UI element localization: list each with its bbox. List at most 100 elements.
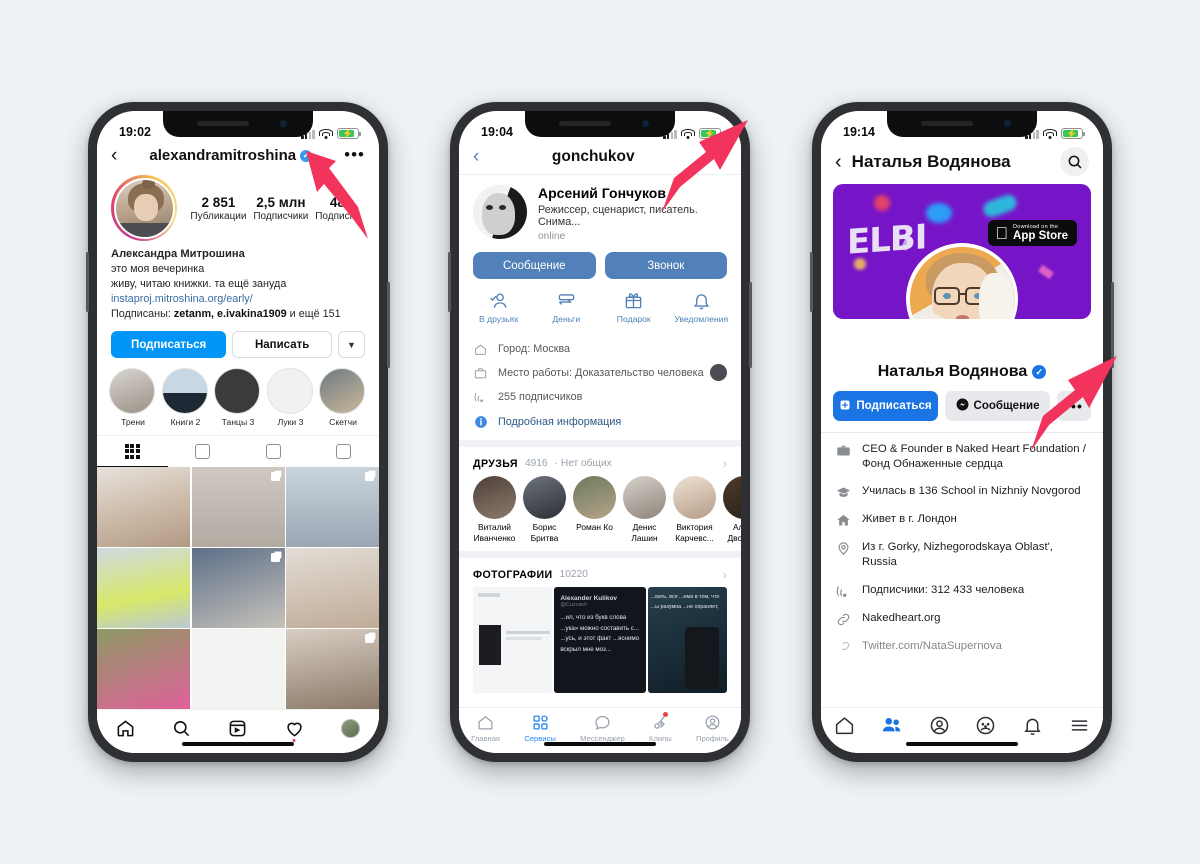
photo-item[interactable]: Alexander Kulikov @Cuzvach ...ил, что из… <box>554 587 646 693</box>
back-chevron-icon[interactable]: ‹ <box>111 146 117 165</box>
screen-instagram: 19:02 ⚡ ‹ alexandramitroshina ✓ ••• 2 85… <box>97 111 379 753</box>
status-time: 19:02 <box>119 125 151 139</box>
work-thumbnail[interactable] <box>710 364 727 381</box>
nav-groups[interactable] <box>975 715 996 741</box>
app-store-badge[interactable]:  Download on the App Store <box>988 220 1077 247</box>
cover-photo[interactable]: ELBI  Download on the App Store <box>833 184 1091 319</box>
tab-grid[interactable] <box>97 436 168 468</box>
nav-clips[interactable]: Клипы <box>649 711 672 743</box>
chevron-right-icon: › <box>722 456 727 471</box>
friend-item[interactable]: Роман Ко <box>573 476 616 543</box>
avatar[interactable] <box>111 175 177 241</box>
highlight-item[interactable]: Книги 2 <box>161 368 210 427</box>
info-row-followers: 255 подписчиков <box>473 385 727 409</box>
nav-messenger[interactable]: Мессенджер <box>580 713 625 743</box>
photos-section-header[interactable]: ФОТОГРАФИИ 10220 › <box>459 558 741 587</box>
services-grid-icon <box>524 713 555 732</box>
photo-item[interactable]: ...вать, вся ...ема в том, что ...ы разу… <box>647 587 727 693</box>
chevron-down-icon[interactable]: ▼ <box>338 331 365 359</box>
friend-item[interactable]: Алекс Двоегл... <box>723 476 741 543</box>
phone-instagram: 19:02 ⚡ ‹ alexandramitroshina ✓ ••• 2 85… <box>86 102 390 762</box>
instagram-header-row: 2 851 Публикации 2,5 млн Подписчики 48 П… <box>97 171 379 241</box>
stat-following[interactable]: 48 Подписки <box>315 195 359 222</box>
message-button[interactable]: Сообщение <box>473 252 596 279</box>
notch <box>163 111 313 137</box>
quick-action-gift[interactable]: Подарок <box>600 290 668 324</box>
avatar[interactable] <box>473 185 527 239</box>
heart-icon[interactable] <box>285 719 304 742</box>
friend-item[interactable]: Виталий Иванченко <box>473 476 516 543</box>
more-options-icon[interactable]: ••• <box>344 146 365 163</box>
photo-cell[interactable] <box>191 548 285 628</box>
follow-button[interactable]: Подписаться <box>111 331 227 359</box>
friend-item[interactable]: Борис Бритва <box>523 476 566 543</box>
profile-actions: Подписаться Написать ▼ <box>97 322 379 359</box>
highlight-item[interactable]: Танцы 3 <box>214 368 262 427</box>
reels-icon[interactable] <box>228 719 247 738</box>
follow-button[interactable]: Подписаться <box>833 391 938 421</box>
section-divider <box>459 440 741 447</box>
nav-notifications[interactable] <box>1022 715 1043 741</box>
photo-cell[interactable] <box>191 629 285 709</box>
search-icon[interactable] <box>172 719 191 738</box>
tab-guides[interactable] <box>238 436 309 467</box>
photo-cell[interactable] <box>191 467 285 547</box>
vk-app: ‹ gonchukov ••• Арсений Гончуков ✓ Режис… <box>459 141 741 753</box>
bio-link[interactable]: instaproj.mitroshina.org/early/ <box>111 292 365 307</box>
info-row-twitter[interactable]: Twitter.com/NataSupernova <box>835 633 1089 661</box>
nav-home[interactable]: Главная <box>471 713 500 743</box>
friends-section-header[interactable]: ДРУЗЬЯ 4916 · Нет общих › <box>459 447 741 476</box>
photo-cell[interactable] <box>286 548 379 628</box>
photo-cell[interactable] <box>286 467 379 547</box>
nav-friends[interactable] <box>881 714 903 741</box>
menu-hamburger-icon[interactable] <box>1069 715 1090 741</box>
quick-action-friends[interactable]: В друзьях <box>465 290 533 324</box>
info-row-city: Город: Москва <box>473 337 727 361</box>
nav-profile[interactable]: Профиль <box>696 713 729 743</box>
status-time: 19:04 <box>481 125 513 139</box>
photo-cell[interactable] <box>97 548 190 628</box>
quick-action-notifications[interactable]: Уведомления <box>668 290 736 324</box>
screen-vk: 19:04 ⚡ ‹ gonchukov ••• Арсений Гончуков… <box>459 111 741 753</box>
avatar[interactable] <box>906 243 1018 319</box>
info-row-website[interactable]: Nakedheart.org <box>835 605 1089 633</box>
call-button[interactable]: Звонок <box>604 252 727 279</box>
nav-profile[interactable] <box>929 715 950 741</box>
messenger-bubble-icon <box>580 713 625 732</box>
link-icon <box>835 639 852 655</box>
more-options-icon[interactable]: ••• <box>1057 391 1091 421</box>
friend-item[interactable]: Виктория Карчевс... <box>673 476 716 543</box>
home-icon[interactable] <box>116 719 135 738</box>
highlight-item[interactable]: Скетчи <box>319 368 367 427</box>
nav-services[interactable]: Сервисы <box>524 713 556 743</box>
briefcase-icon <box>835 442 852 472</box>
profile-avatar-icon[interactable] <box>341 719 361 738</box>
home-indicator <box>906 741 1018 746</box>
stat-posts[interactable]: 2 851 Публикации <box>190 195 246 222</box>
quick-action-money[interactable]: Деньги <box>533 290 601 324</box>
message-button[interactable]: Сообщение <box>945 391 1050 421</box>
photo-cell[interactable] <box>97 629 190 709</box>
tab-reels[interactable] <box>168 436 239 467</box>
tab-tagged[interactable] <box>309 436 380 467</box>
battery-charging-icon: ⚡ <box>699 128 723 139</box>
bio-display-name: Александра Митрошина <box>111 248 245 260</box>
photo-item[interactable] <box>473 587 553 693</box>
friend-item[interactable]: Денис Лашин <box>623 476 666 543</box>
profile-icon <box>696 713 729 732</box>
briefcase-icon <box>473 367 488 380</box>
search-icon[interactable] <box>1060 147 1089 176</box>
info-row-details[interactable]: Подробная информация <box>473 409 727 434</box>
highlight-item[interactable]: Трени <box>109 368 157 427</box>
back-chevron-icon[interactable]: ‹ <box>835 152 842 172</box>
facebook-actions: Подписаться Сообщение ••• <box>821 381 1103 432</box>
stat-followers[interactable]: 2,5 млн Подписчики <box>253 195 308 222</box>
photo-cell[interactable] <box>286 629 379 709</box>
nav-home[interactable] <box>834 715 855 741</box>
more-options-icon[interactable]: ••• <box>707 149 727 164</box>
message-button[interactable]: Написать <box>232 331 332 359</box>
highlight-item[interactable]: Луки 3 <box>266 368 315 427</box>
facebook-bottom-nav <box>821 707 1103 753</box>
photo-cell[interactable] <box>97 467 190 547</box>
messenger-icon <box>956 398 969 414</box>
